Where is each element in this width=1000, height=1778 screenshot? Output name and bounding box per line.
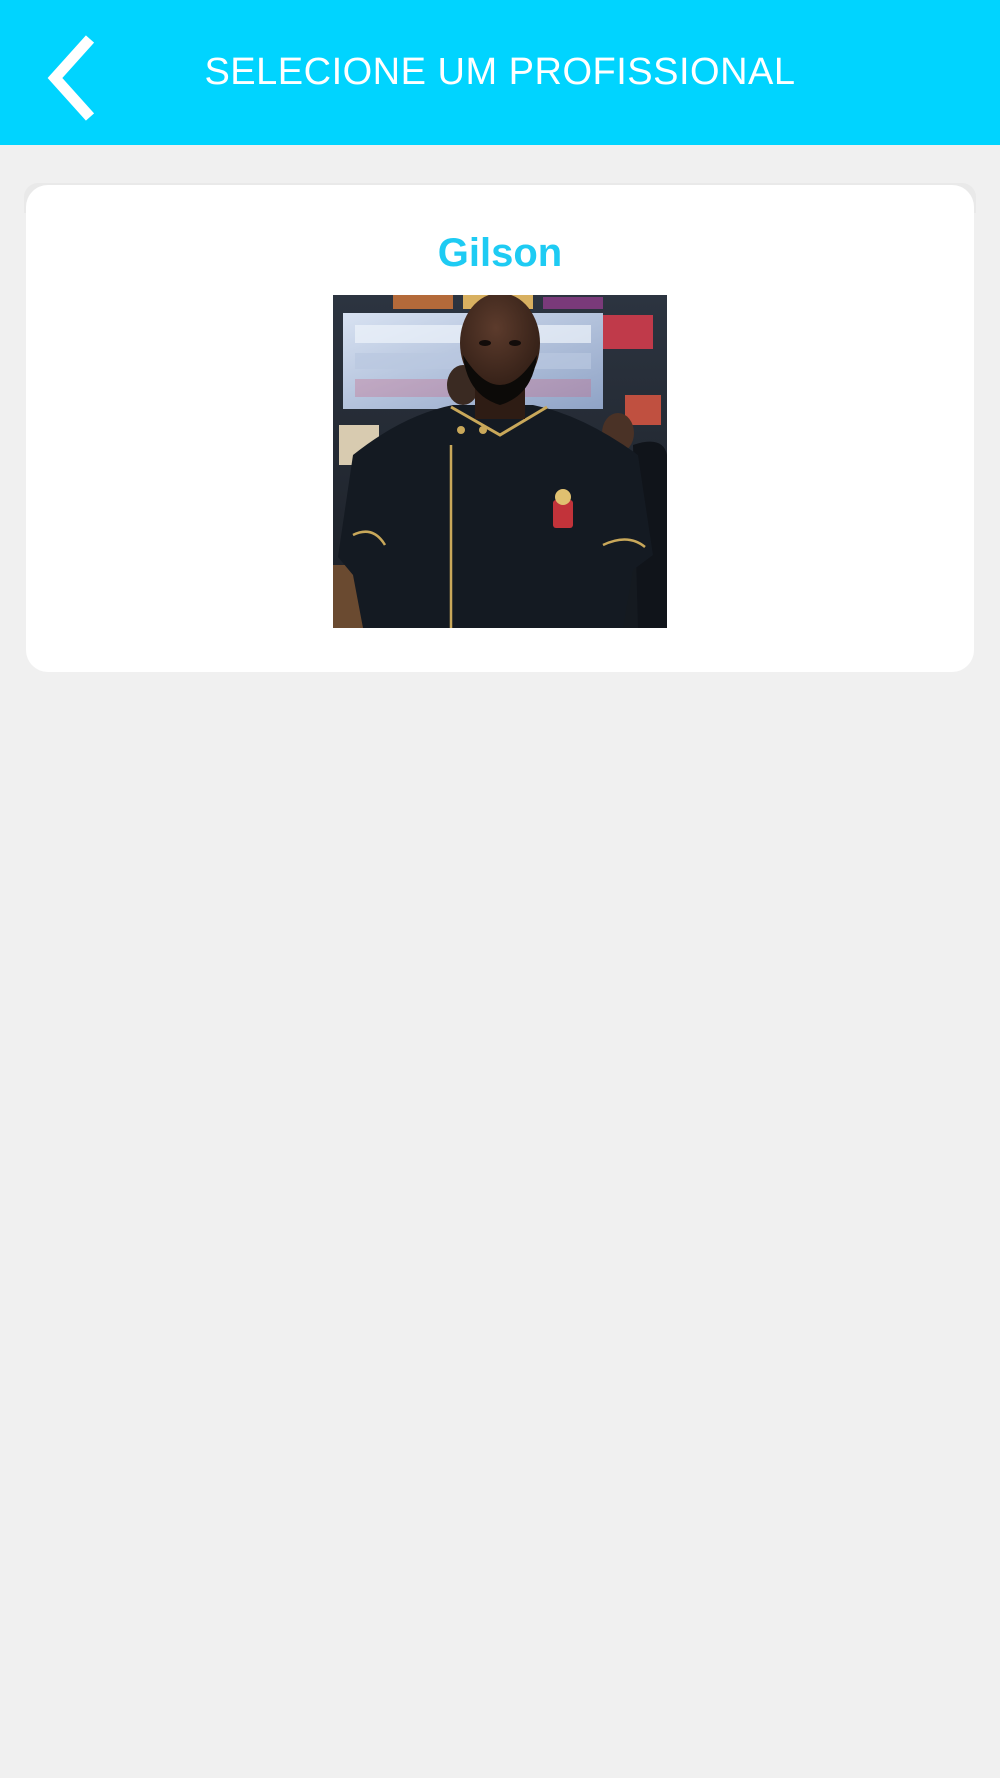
professional-photo-image [333,295,667,628]
professional-name: Gilson [437,231,563,275]
page-title: SELECIONE UM PROFISSIONAL [204,51,796,93]
professional-card[interactable]: Gilson [26,185,974,672]
app-header: SELECIONE UM PROFISSIONAL [0,0,1000,145]
professional-photo [333,295,667,628]
